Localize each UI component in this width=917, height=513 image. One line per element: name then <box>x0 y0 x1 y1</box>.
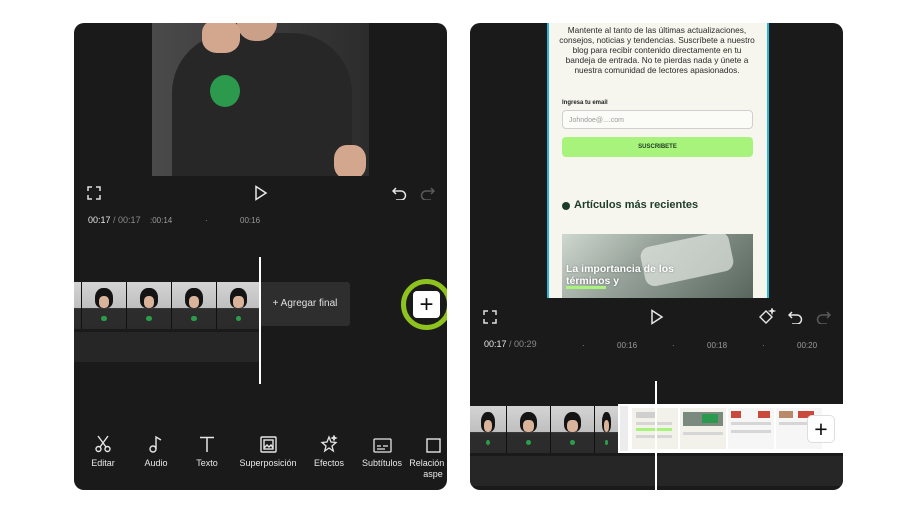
scissors-icon <box>94 435 112 453</box>
current-time: 00:17 <box>484 339 507 349</box>
video-track[interactable] <box>74 282 261 329</box>
ruler-tick: · <box>762 341 765 350</box>
email-input[interactable]: Johndoe@....com <box>562 110 753 129</box>
tool-label: Relación de aspe <box>409 458 447 479</box>
ruler-tick: · <box>672 341 675 350</box>
section-bullet <box>562 202 570 210</box>
timecode: 00:17 / 00:29 <box>484 339 537 349</box>
music-note-icon <box>148 435 164 453</box>
clip-thumbnail <box>82 282 127 329</box>
play-icon[interactable] <box>650 309 664 325</box>
website-preview[interactable]: Mantente al tanto de las últimas actuali… <box>547 23 769 298</box>
email-label: Ingresa tu email <box>562 100 608 106</box>
redo-icon[interactable] <box>420 186 435 200</box>
overlay-icon <box>259 436 277 453</box>
add-clip-button[interactable]: + <box>413 291 440 318</box>
clip-thumbnail <box>217 282 261 329</box>
time-separator: / <box>110 215 119 225</box>
web-thumbnail <box>728 408 774 449</box>
tool-label: Texto <box>196 458 218 468</box>
title-highlight <box>566 286 606 289</box>
clip-thumbnail <box>551 406 595 453</box>
play-icon[interactable] <box>254 185 268 201</box>
ruler-label: 00:16 <box>617 341 638 350</box>
shirt-logo <box>210 75 240 107</box>
add-clip-button[interactable]: + <box>808 416 834 442</box>
ruler-tick: · <box>582 341 585 350</box>
captions-icon <box>372 438 392 453</box>
tool-superposicion[interactable]: Superposición <box>234 431 302 468</box>
clip-thumbnail <box>172 282 217 329</box>
fullscreen-icon[interactable] <box>87 186 101 200</box>
current-time: 00:17 <box>88 215 111 225</box>
ruler-label: 00:18 <box>707 341 728 350</box>
time-separator: / <box>506 339 515 349</box>
article-title: La importancia de los términos y <box>566 263 674 287</box>
ruler-label: 00:16 <box>240 216 261 225</box>
redo-icon[interactable] <box>816 310 831 324</box>
clip-thumbnail <box>507 406 551 453</box>
timecode: 00:17 / 00:17 <box>88 215 141 225</box>
effects-star-icon <box>320 435 338 453</box>
undo-icon[interactable] <box>788 310 803 324</box>
fullscreen-icon[interactable] <box>483 310 497 324</box>
clip-thumbnail <box>595 406 619 453</box>
newsletter-text: Mantente al tanto de las últimas actuali… <box>559 25 755 75</box>
audio-track-placeholder <box>74 332 260 362</box>
aspect-ratio-icon <box>425 438 441 453</box>
article-card[interactable]: La importancia de los términos y <box>562 234 753 298</box>
clip-thumbnail <box>74 282 82 329</box>
clip-thumbnail <box>470 406 507 453</box>
tool-label: Superposición <box>239 458 297 468</box>
tool-texto[interactable]: Texto <box>176 431 238 468</box>
keyframe-icon[interactable] <box>758 308 776 325</box>
person-hand <box>202 23 240 53</box>
video-track[interactable] <box>470 406 619 453</box>
playhead[interactable] <box>655 381 657 490</box>
clip-thumbnail <box>127 282 172 329</box>
web-thumbnail <box>680 408 726 449</box>
person-hand <box>334 145 366 176</box>
ruler-label: :00:14 <box>150 216 173 225</box>
add-end-button[interactable]: + Agregar final <box>260 282 350 326</box>
right-editor-screen: Mantente al tanto de las últimas actuali… <box>470 23 843 490</box>
ruler-tick: · <box>205 216 208 225</box>
undo-icon[interactable] <box>392 186 407 200</box>
section-title: Artículos más recientes <box>574 199 699 211</box>
subscribe-button[interactable]: SUSCRIBETE <box>562 137 753 157</box>
person-shirt <box>172 33 352 176</box>
left-editor-screen: 00:17 / 00:17 :00:14 · 00:16 + Agregar f… <box>74 23 447 490</box>
video-preview[interactable] <box>152 23 369 176</box>
clip-trim-handle[interactable] <box>620 406 628 451</box>
tool-relacion-aspecto[interactable]: Relación de aspe <box>403 431 447 480</box>
ruler-label: 00:20 <box>797 341 818 350</box>
total-duration: 00:17 <box>118 215 141 225</box>
total-duration: 00:29 <box>514 339 537 349</box>
text-icon <box>199 436 215 453</box>
playhead[interactable] <box>259 257 261 384</box>
